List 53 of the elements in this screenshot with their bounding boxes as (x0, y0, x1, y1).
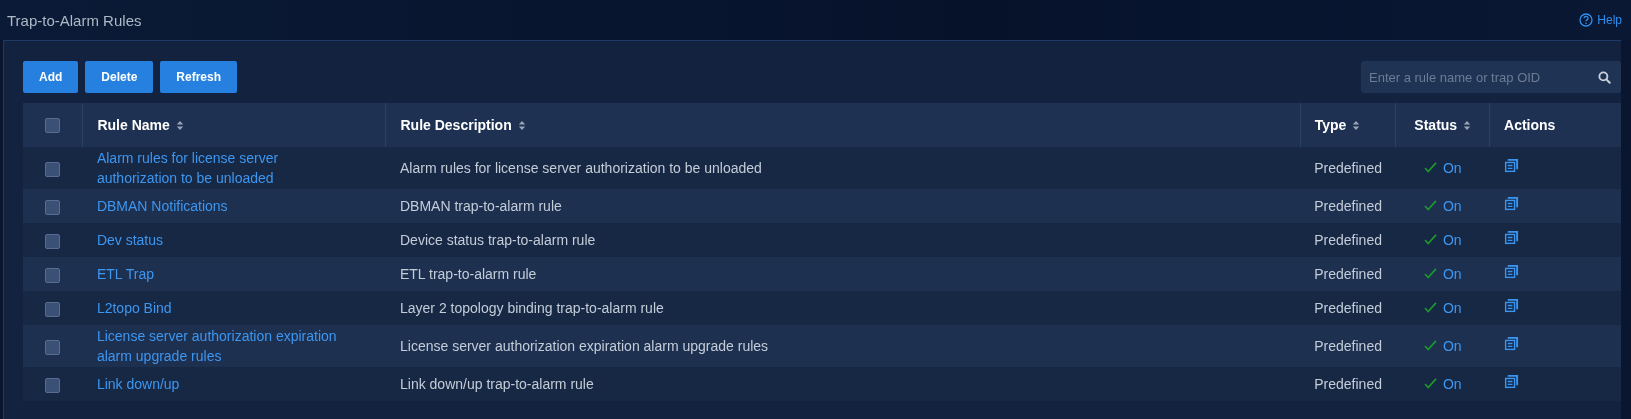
checkbox[interactable] (45, 199, 61, 215)
sort-icon[interactable] (517, 119, 526, 131)
checkbox[interactable] (45, 377, 61, 393)
toolbar-button[interactable]: Refresh (160, 61, 238, 93)
checkbox[interactable] (45, 267, 61, 283)
table-cell: Predefined (1314, 232, 1382, 248)
table-cell: Layer 2 topology binding trap-to-alarm rule (400, 300, 664, 316)
table-cell: Device status trap-to-alarm rule (400, 232, 596, 248)
column-header[interactable]: Type (1314, 117, 1347, 133)
table-cell: Link down/up trap-to-alarm rule (400, 376, 594, 392)
status-text: On (1442, 298, 1462, 318)
status-text: On (1442, 374, 1462, 394)
copy-icon[interactable] (1503, 264, 1519, 279)
help-link[interactable]: Help (1579, 13, 1622, 27)
copy-icon[interactable] (1503, 230, 1519, 245)
table-cell: Predefined (1314, 376, 1382, 392)
table-cell: Predefined (1314, 266, 1382, 282)
toolbar-button[interactable]: Add (23, 61, 79, 93)
table-cell: Predefined (1314, 300, 1382, 316)
checkbox[interactable] (45, 118, 61, 134)
copy-icon[interactable] (1503, 336, 1519, 351)
column-header[interactable]: Rule Name (97, 117, 170, 133)
copy-icon[interactable] (1503, 298, 1519, 313)
sort-icon[interactable] (1463, 119, 1472, 131)
table-cell: ETL trap-to-alarm rule (400, 266, 537, 282)
help-icon (1579, 13, 1594, 27)
status-text: On (1442, 196, 1462, 216)
status-text: On (1442, 264, 1462, 284)
checkbox[interactable] (45, 339, 61, 355)
column-header[interactable]: Status (1414, 117, 1458, 133)
sort-icon[interactable] (175, 119, 184, 131)
copy-icon[interactable] (1503, 374, 1519, 389)
copy-icon[interactable] (1503, 196, 1519, 211)
column-header[interactable]: Rule Description (400, 117, 512, 133)
sort-icon[interactable] (1352, 119, 1361, 131)
table-cell: Alarm rules for license server authorization to be unloaded (400, 160, 762, 176)
table-cell: License server authorization expiration alarm upgrade rules (400, 338, 769, 354)
table-cell: Predefined (1314, 338, 1382, 354)
page-title: Trap-to-Alarm Rules (7, 11, 142, 29)
checkbox[interactable] (45, 301, 61, 317)
column-header: Actions (1504, 117, 1556, 133)
toolbar-button[interactable]: Delete (85, 61, 154, 93)
table-cell: Predefined (1314, 160, 1382, 176)
table-cell: DBMAN trap-to-alarm rule (400, 198, 562, 214)
search-field[interactable]: Enter a rule name or trap OID (1361, 61, 1621, 93)
checkbox[interactable] (45, 161, 61, 177)
status-text: On (1442, 230, 1462, 250)
copy-icon[interactable] (1503, 158, 1519, 173)
table-cell: Predefined (1314, 198, 1382, 214)
status-text: On (1442, 158, 1462, 178)
search-icon (1598, 71, 1611, 84)
checkbox[interactable] (45, 233, 61, 249)
status-text: On (1442, 336, 1462, 356)
